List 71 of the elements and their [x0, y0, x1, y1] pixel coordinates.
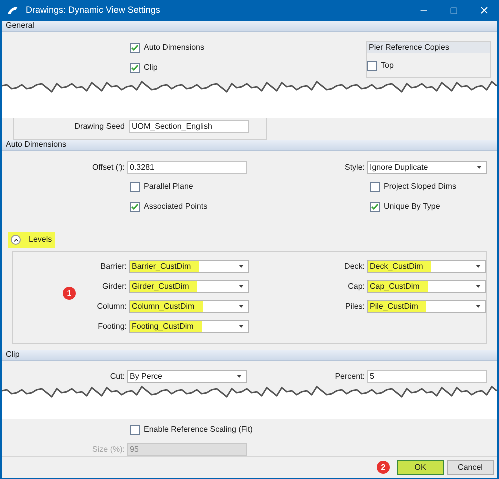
dropdown-caret-icon — [239, 305, 244, 308]
checkbox-label: Project Sloped Dims — [384, 181, 456, 193]
section-header: Auto Dimensions — [2, 140, 497, 151]
checkbox[interactable] — [130, 63, 140, 73]
dropdown-value: Cap_CustDim — [368, 281, 428, 292]
dropdown-value: Girder_CustDim — [130, 281, 198, 292]
dropdown[interactable]: Pile_CustDim — [367, 300, 486, 313]
field-label: Footing: — [97, 320, 128, 332]
dropdown[interactable]: Ignore Duplicate — [367, 161, 487, 174]
text-field[interactable]: 5 — [367, 370, 487, 383]
field-label: Cut: — [109, 370, 126, 382]
field-label: Deck: — [344, 260, 366, 272]
dropdown-value: Ignore Duplicate — [369, 162, 430, 173]
dropdown-value: Deck_CustDim — [368, 261, 432, 272]
dropdown-caret-icon — [239, 325, 244, 328]
dropdown-caret-icon — [476, 265, 481, 268]
checkbox[interactable] — [367, 61, 377, 71]
field-label: Offset ('): — [92, 162, 126, 174]
text-field[interactable]: UOM_Section_English — [129, 120, 249, 133]
dropdown[interactable]: Barrier_CustDim — [129, 260, 249, 273]
dropdown[interactable]: Deck_CustDim — [367, 260, 486, 273]
dropdown-value: Barrier_CustDim — [130, 261, 200, 272]
dropdown[interactable]: Column_CustDim — [129, 300, 249, 313]
checkbox[interactable] — [130, 202, 140, 212]
text-field[interactable]: 0.3281 — [127, 161, 247, 174]
callout-badge: 1 — [63, 287, 76, 300]
checkbox[interactable] — [130, 43, 140, 53]
app-logo-icon — [8, 7, 18, 14]
field-label: Column: — [96, 300, 128, 312]
checkbox-label: Associated Points — [144, 201, 208, 213]
field-label: Girder: — [102, 280, 128, 292]
dropdown-caret-icon — [477, 166, 482, 169]
checkbox[interactable] — [130, 425, 140, 435]
dropdown-caret-icon — [239, 285, 244, 288]
field-label: Size (%): — [92, 444, 126, 456]
window-title: Drawings: Dynamic View Settings — [26, 4, 160, 17]
dropdown[interactable]: Girder_CustDim — [129, 280, 249, 293]
field-label: Piles: — [344, 300, 366, 312]
dropdown-value: By Perce — [129, 371, 164, 382]
checkbox-label: Clip — [144, 62, 158, 74]
collapse-icon — [11, 235, 21, 245]
dropdown-caret-icon — [239, 265, 244, 268]
checkbox-label: Auto Dimensions — [144, 42, 204, 54]
checkbox-label: Unique By Type — [384, 201, 440, 213]
field-label: Cap: — [347, 280, 366, 292]
dialog-button[interactable]: Cancel — [447, 460, 494, 475]
levels-expander[interactable]: Levels — [8, 232, 56, 248]
dropdown-caret-icon — [237, 375, 242, 378]
field-label: Percent: — [334, 370, 366, 382]
checkbox-label: Parallel Plane — [144, 181, 194, 193]
group-title: Pier Reference Copies — [367, 42, 490, 53]
dropdown[interactable]: Cap_CustDim — [367, 280, 486, 293]
dropdown-value: Pile_CustDim — [368, 301, 426, 312]
checkbox[interactable] — [130, 182, 140, 192]
section-header: General — [2, 21, 497, 32]
dropdown-caret-icon — [476, 285, 481, 288]
field-label: Drawing Seed — [74, 120, 125, 132]
field-label: Style: — [344, 162, 366, 174]
dropdown-caret-icon — [476, 305, 481, 308]
dialog-button[interactable]: OK — [397, 460, 444, 475]
checkbox[interactable] — [370, 202, 380, 212]
checkbox[interactable] — [370, 182, 380, 192]
dropdown-value: Footing_CustDim — [130, 321, 202, 332]
field-label: Barrier: — [100, 260, 128, 272]
section-header: Clip — [2, 350, 497, 361]
checkbox-label: Top — [381, 60, 394, 72]
dropdown-value: Column_CustDim — [130, 301, 203, 312]
dropdown[interactable]: Footing_CustDim — [129, 320, 249, 333]
callout-badge: 2 — [377, 461, 390, 474]
checkbox-label: Enable Reference Scaling (Fit) — [144, 424, 253, 436]
dropdown[interactable]: By Perce — [127, 370, 247, 383]
